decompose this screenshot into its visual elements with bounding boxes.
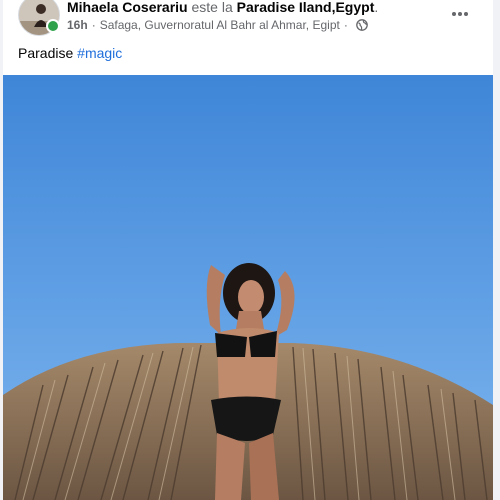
online-status-dot (46, 19, 60, 33)
meta-separator: · (91, 18, 96, 32)
author-name-link[interactable]: Mihaela Coserariu (67, 0, 188, 15)
post-meta: 16h · Safaga, Guvernoratul Al Bahr al Ah… (67, 18, 368, 32)
more-dots-icon (452, 12, 468, 16)
meta-separator-2: · (343, 18, 348, 32)
is-at-text: este la (191, 0, 233, 15)
post-time-link[interactable]: 16h (67, 18, 88, 32)
post-photo[interactable] (3, 75, 493, 500)
more-options-button[interactable] (445, 2, 475, 26)
place-link[interactable]: Paradise Iland,Egypt (237, 0, 375, 15)
globe-icon[interactable] (355, 19, 368, 31)
beach-photo-image (3, 75, 493, 500)
caption-text: Paradise (18, 45, 78, 61)
post-location[interactable]: Safaga, Guvernoratul Al Bahr al Ahmar, E… (100, 18, 340, 32)
page: Mihaela Coserariu este la Paradise Iland… (0, 0, 500, 500)
post-title: Mihaela Coserariu este la Paradise Iland… (67, 0, 378, 15)
post-caption: Paradise #magic (18, 45, 122, 61)
author-avatar[interactable] (18, 0, 60, 36)
title-period: . (374, 0, 379, 15)
post-header: Mihaela Coserariu este la Paradise Iland… (3, 0, 493, 72)
hashtag-link[interactable]: #magic (77, 45, 122, 61)
feed-post: Mihaela Coserariu este la Paradise Iland… (3, 0, 493, 500)
